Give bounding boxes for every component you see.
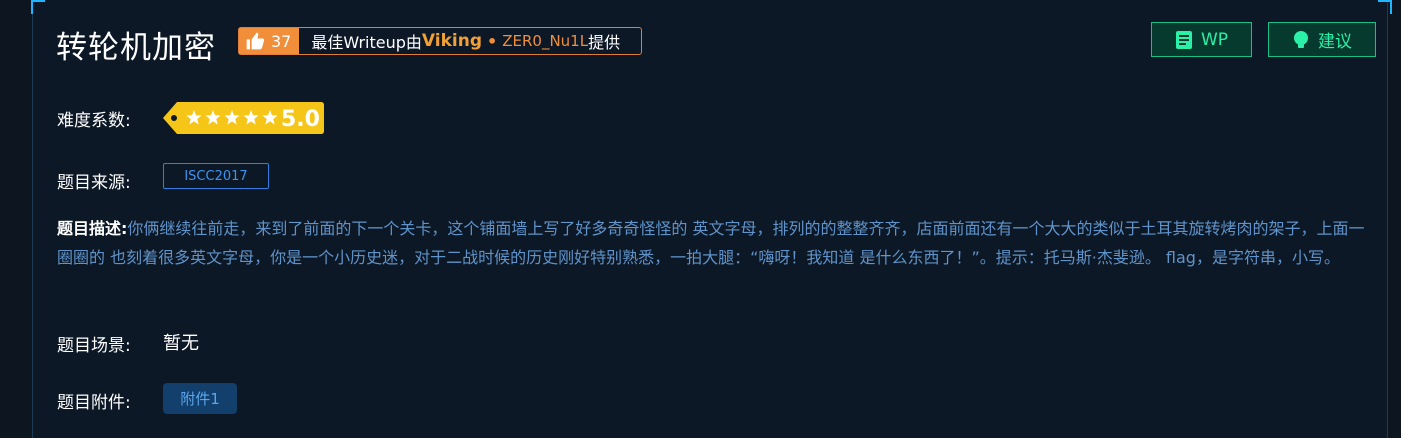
document-icon — [1175, 30, 1192, 49]
source-label: 题目来源: — [57, 173, 131, 193]
scene-label: 题目场景: — [57, 336, 131, 356]
rating-tag-hole — [171, 115, 177, 121]
writeup-team[interactable]: ZER0_Nu1L — [502, 32, 588, 50]
scene-value: 暂无 — [163, 333, 199, 354]
description-text: 你俩继续往前走，来到了前面的下一个关卡，这个铺面墙上写了好多奇奇怪怪的 英文字母… — [57, 219, 1365, 267]
wp-button-label: WP — [1200, 29, 1229, 50]
difficulty-label: 难度系数: — [57, 111, 131, 131]
writeup-user[interactable]: Viking — [422, 31, 482, 51]
description: 题目描述:你俩继续往前走，来到了前面的下一个关卡，这个铺面墙上写了好多奇奇怪怪的… — [57, 214, 1367, 272]
writeup-suffix: 提供 — [588, 33, 621, 52]
like-count: 37 — [271, 31, 292, 51]
description-label: 题目描述: — [57, 219, 128, 238]
panel-corner-top-right — [1378, 0, 1392, 14]
attachments-label: 题目附件: — [57, 393, 131, 413]
wp-button[interactable]: WP — [1151, 22, 1252, 57]
difficulty-score: 5.0 — [281, 107, 320, 132]
difficulty-rating: 5.0 — [163, 101, 325, 139]
like-counter[interactable]: 37 — [239, 28, 300, 54]
suggest-button[interactable]: 建议 — [1268, 22, 1376, 57]
attachment-button[interactable]: 附件1 — [163, 383, 237, 414]
challenge-title: 转轮机加密 — [56, 30, 216, 66]
thumbs-up-icon — [246, 32, 265, 50]
panel-corner-top-left — [31, 0, 45, 14]
lightbulb-icon — [1294, 30, 1308, 48]
writeup-separator: • — [487, 31, 498, 51]
best-writeup-badge[interactable]: 37 最佳Writeup由 Viking • ZER0_Nu1L 提供 — [238, 27, 642, 55]
suggest-button-label: 建议 — [1318, 32, 1352, 52]
writeup-prefix: 最佳Writeup由 — [311, 33, 422, 52]
source-tag[interactable]: ISCC2017 — [163, 163, 269, 189]
